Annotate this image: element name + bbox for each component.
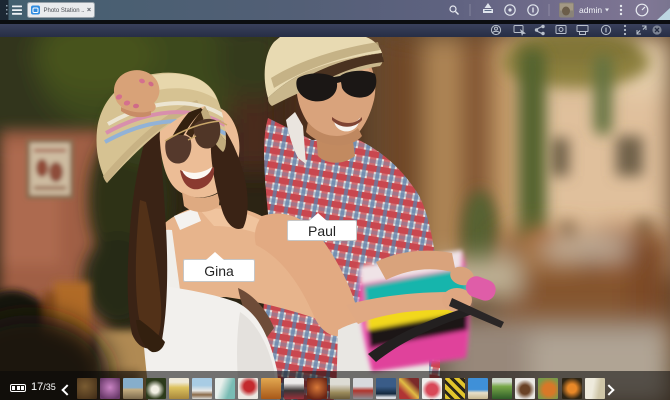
svg-text:admin: admin	[579, 5, 602, 15]
svg-text:Photo Station ..: Photo Station ..	[44, 8, 85, 14]
